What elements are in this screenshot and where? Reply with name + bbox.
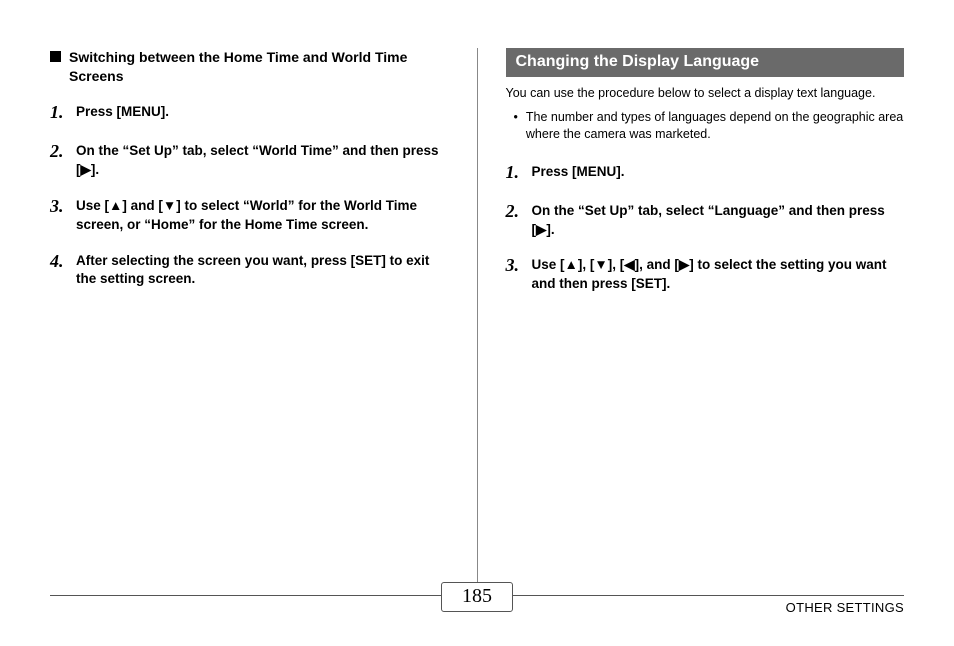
step-text: Press [MENU].	[532, 160, 625, 182]
page-number: 185	[462, 585, 492, 607]
intro-text: You can use the procedure below to selec…	[506, 85, 905, 103]
step-text: On the “Set Up” tab, select “World Time”…	[76, 139, 449, 180]
left-column: Switching between the Home Time and Worl…	[50, 48, 477, 588]
section-heading-text: Switching between the Home Time and Worl…	[69, 48, 449, 86]
page-footer: 185 OTHER SETTINGS	[50, 595, 904, 624]
note-text: The number and types of languages depend…	[526, 109, 904, 144]
footer-rule: 185 OTHER SETTINGS	[50, 595, 904, 624]
step-text: Press [MENU].	[76, 100, 169, 122]
step-text: Use [▲], [▼], [◀], and [▶] to select the…	[532, 253, 905, 294]
step-item: Press [MENU].	[50, 100, 449, 125]
footer-section-label: OTHER SETTINGS	[786, 600, 904, 615]
step-item: After selecting the screen you want, pre…	[50, 249, 449, 290]
banner-text: Changing the Display Language	[516, 53, 760, 70]
step-item: Press [MENU].	[506, 160, 905, 185]
section-banner: Changing the Display Language	[506, 48, 905, 77]
steps-list-right: Press [MENU]. On the “Set Up” tab, selec…	[506, 160, 905, 295]
steps-list-left: Press [MENU]. On the “Set Up” tab, selec…	[50, 100, 449, 290]
right-column: Changing the Display Language You can us…	[478, 48, 905, 588]
square-bullet-icon	[50, 51, 61, 62]
step-text: On the “Set Up” tab, select “Language” a…	[532, 199, 905, 240]
step-item: Use [▲], [▼], [◀], and [▶] to select the…	[506, 253, 905, 294]
note-item: The number and types of languages depend…	[514, 109, 905, 144]
manual-page: Switching between the Home Time and Worl…	[0, 0, 954, 646]
two-column-layout: Switching between the Home Time and Worl…	[50, 48, 904, 588]
step-text: Use [▲] and [▼] to select “World” for th…	[76, 194, 449, 235]
step-item: On the “Set Up” tab, select “Language” a…	[506, 199, 905, 240]
step-item: On the “Set Up” tab, select “World Time”…	[50, 139, 449, 180]
section-heading: Switching between the Home Time and Worl…	[50, 48, 449, 86]
notes-list: The number and types of languages depend…	[506, 109, 905, 144]
step-text: After selecting the screen you want, pre…	[76, 249, 449, 290]
step-item: Use [▲] and [▼] to select “World” for th…	[50, 194, 449, 235]
page-number-box: 185	[441, 582, 513, 612]
